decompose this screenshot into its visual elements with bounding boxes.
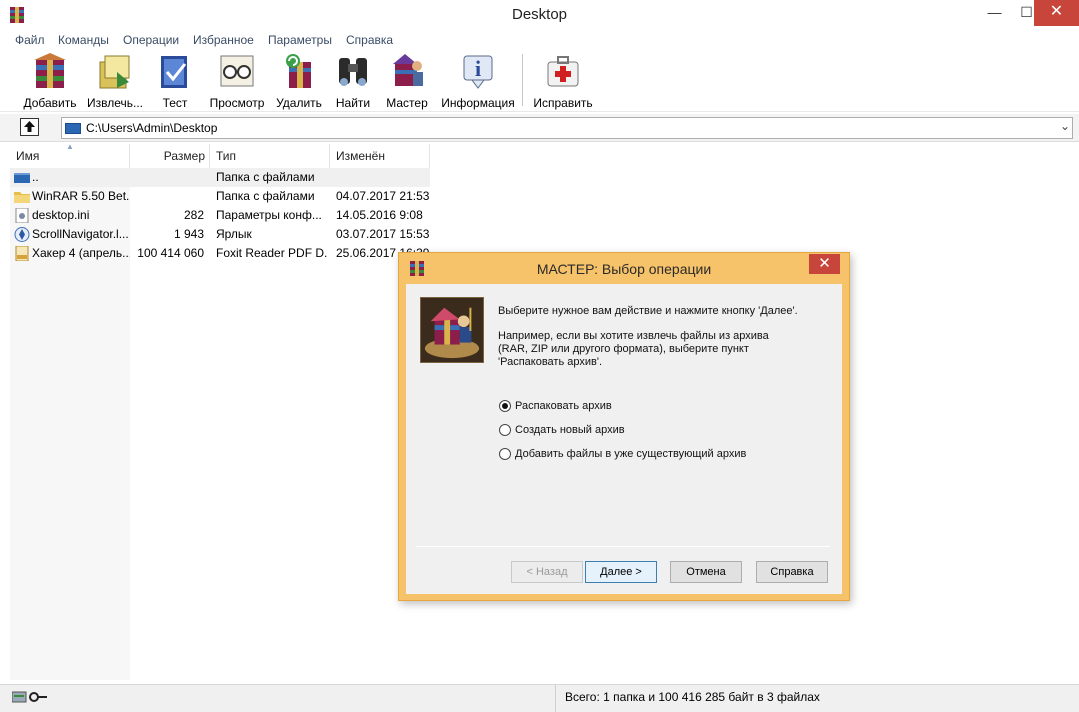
up-folder-button[interactable]	[20, 118, 39, 136]
wizard-icon	[393, 54, 423, 86]
info-icon: i	[463, 55, 493, 89]
column-header-type[interactable]: Тип	[210, 144, 330, 168]
menu-file[interactable]: Файл	[15, 33, 45, 47]
repair-button[interactable]: Исправить	[532, 52, 594, 110]
column-header-modified[interactable]: Изменён	[330, 144, 430, 168]
view-label: Просмотр	[209, 96, 265, 110]
info-button[interactable]: i Информация	[439, 52, 517, 110]
wizard-illustration	[420, 297, 484, 363]
dialog-hint-line-2: (RAR, ZIP или другого формата), выберите…	[498, 343, 749, 355]
chevron-down-icon[interactable]: ⌄	[1060, 119, 1070, 133]
close-button[interactable]: ✕	[1034, 0, 1079, 26]
delete-label: Удалить	[276, 96, 322, 110]
view-icon	[220, 55, 254, 87]
table-row[interactable]: desktop.ini 282 Параметры конф... 14.05.…	[10, 206, 430, 225]
title-bar: Desktop — ☐ ✕	[0, 0, 1079, 30]
test-icon	[161, 56, 187, 88]
status-separator	[555, 685, 556, 712]
table-row-parent[interactable]: .. Папка с файлами	[10, 168, 430, 187]
toolbar: Добавить Извлечь... Тест Просмотр Удалит…	[0, 50, 1079, 112]
cancel-button[interactable]: Отмена	[670, 561, 742, 583]
help-button[interactable]: Справка	[756, 561, 828, 583]
folder-icon	[14, 192, 30, 203]
table-row[interactable]: WinRAR 5.50 Bet... Папка с файлами 04.07…	[10, 187, 430, 206]
info-label: Информация	[441, 96, 515, 110]
sort-ascending-icon: ▲	[66, 142, 74, 151]
dialog-hint-line-3: 'Распаковать архив'.	[498, 356, 602, 368]
test-button[interactable]: Тест	[155, 52, 195, 110]
delete-icon	[286, 54, 311, 88]
dialog-hint-line-1: Например, если вы хотите извлечь файлы и…	[498, 330, 769, 342]
find-label: Найти	[335, 96, 371, 110]
test-label: Тест	[162, 96, 188, 110]
svg-text:i: i	[475, 56, 481, 81]
dialog-title-bar[interactable]: МАСТЕР: Выбор операции ✕	[399, 253, 849, 283]
menu-commands[interactable]: Команды	[58, 33, 109, 47]
next-button[interactable]: Далее >	[585, 561, 657, 583]
extract-icon	[99, 55, 130, 89]
radio-unselected-icon[interactable]	[499, 448, 511, 460]
minimize-button[interactable]: —	[980, 0, 1009, 26]
path-text: C:\Users\Admin\Desktop	[86, 121, 218, 135]
radio-unselected-icon[interactable]	[499, 424, 511, 436]
wizard-dialog: МАСТЕР: Выбор операции ✕ Выберите нужное…	[398, 252, 850, 601]
table-row[interactable]: ScrollNavigator.l... 1 943 Ярлык 03.07.2…	[10, 225, 430, 244]
status-summary: Всего: 1 папка и 100 416 285 байт в 3 фа…	[565, 690, 820, 704]
wizard-button[interactable]: Мастер	[384, 52, 430, 110]
repair-label: Исправить	[533, 96, 593, 110]
add-label: Добавить	[23, 96, 77, 110]
repair-icon	[547, 56, 579, 87]
column-header-size[interactable]: Размер	[130, 144, 210, 168]
status-bar: Всего: 1 папка и 100 416 285 байт в 3 фа…	[0, 684, 1079, 712]
menu-options[interactable]: Параметры	[268, 33, 332, 47]
find-icon	[339, 58, 367, 86]
add-archive-icon	[34, 53, 66, 88]
find-button[interactable]: Найти	[333, 52, 373, 110]
radio-selected-icon[interactable]	[499, 400, 511, 412]
up-arrow-icon	[24, 121, 35, 132]
address-bar: C:\Users\Admin\Desktop ⌄	[0, 114, 1079, 142]
dialog-intro-text: Выберите нужное вам действие и нажмите к…	[498, 305, 798, 317]
pdf-icon	[15, 246, 29, 261]
back-button[interactable]: < Назад	[511, 561, 583, 583]
view-button[interactable]: Просмотр	[206, 52, 268, 110]
settings-file-icon	[15, 208, 29, 223]
window-title: Desktop	[511, 6, 568, 23]
path-field[interactable]: C:\Users\Admin\Desktop ⌄	[61, 117, 1073, 139]
extract-button[interactable]: Извлечь...	[85, 52, 145, 110]
shortcut-icon	[14, 227, 30, 242]
delete-button[interactable]: Удалить	[275, 52, 323, 110]
dialog-body: Выберите нужное вам действие и нажмите к…	[406, 284, 842, 594]
add-button[interactable]: Добавить	[22, 52, 78, 110]
menu-help[interactable]: Справка	[346, 33, 393, 47]
toolbar-separator	[522, 54, 523, 106]
drive-key-icon[interactable]	[12, 690, 48, 704]
menu-bar: Файл Команды Операции Избранное Параметр…	[0, 30, 1079, 50]
dialog-divider	[416, 546, 830, 547]
menu-favorites[interactable]: Избранное	[193, 33, 254, 47]
extract-label: Извлечь...	[86, 96, 143, 110]
drive-icon	[65, 123, 81, 134]
column-header-name[interactable]: Имя ▲	[10, 142, 130, 168]
table-row[interactable]: Хакер 4 (апрель... 100 414 060 Foxit Rea…	[10, 244, 430, 263]
parent-folder-icon	[14, 173, 30, 183]
dialog-close-button[interactable]: ✕	[809, 254, 840, 274]
dialog-title: МАСТЕР: Выбор операции	[536, 261, 712, 277]
menu-operations[interactable]: Операции	[123, 33, 179, 47]
wizard-label: Мастер	[386, 96, 428, 110]
